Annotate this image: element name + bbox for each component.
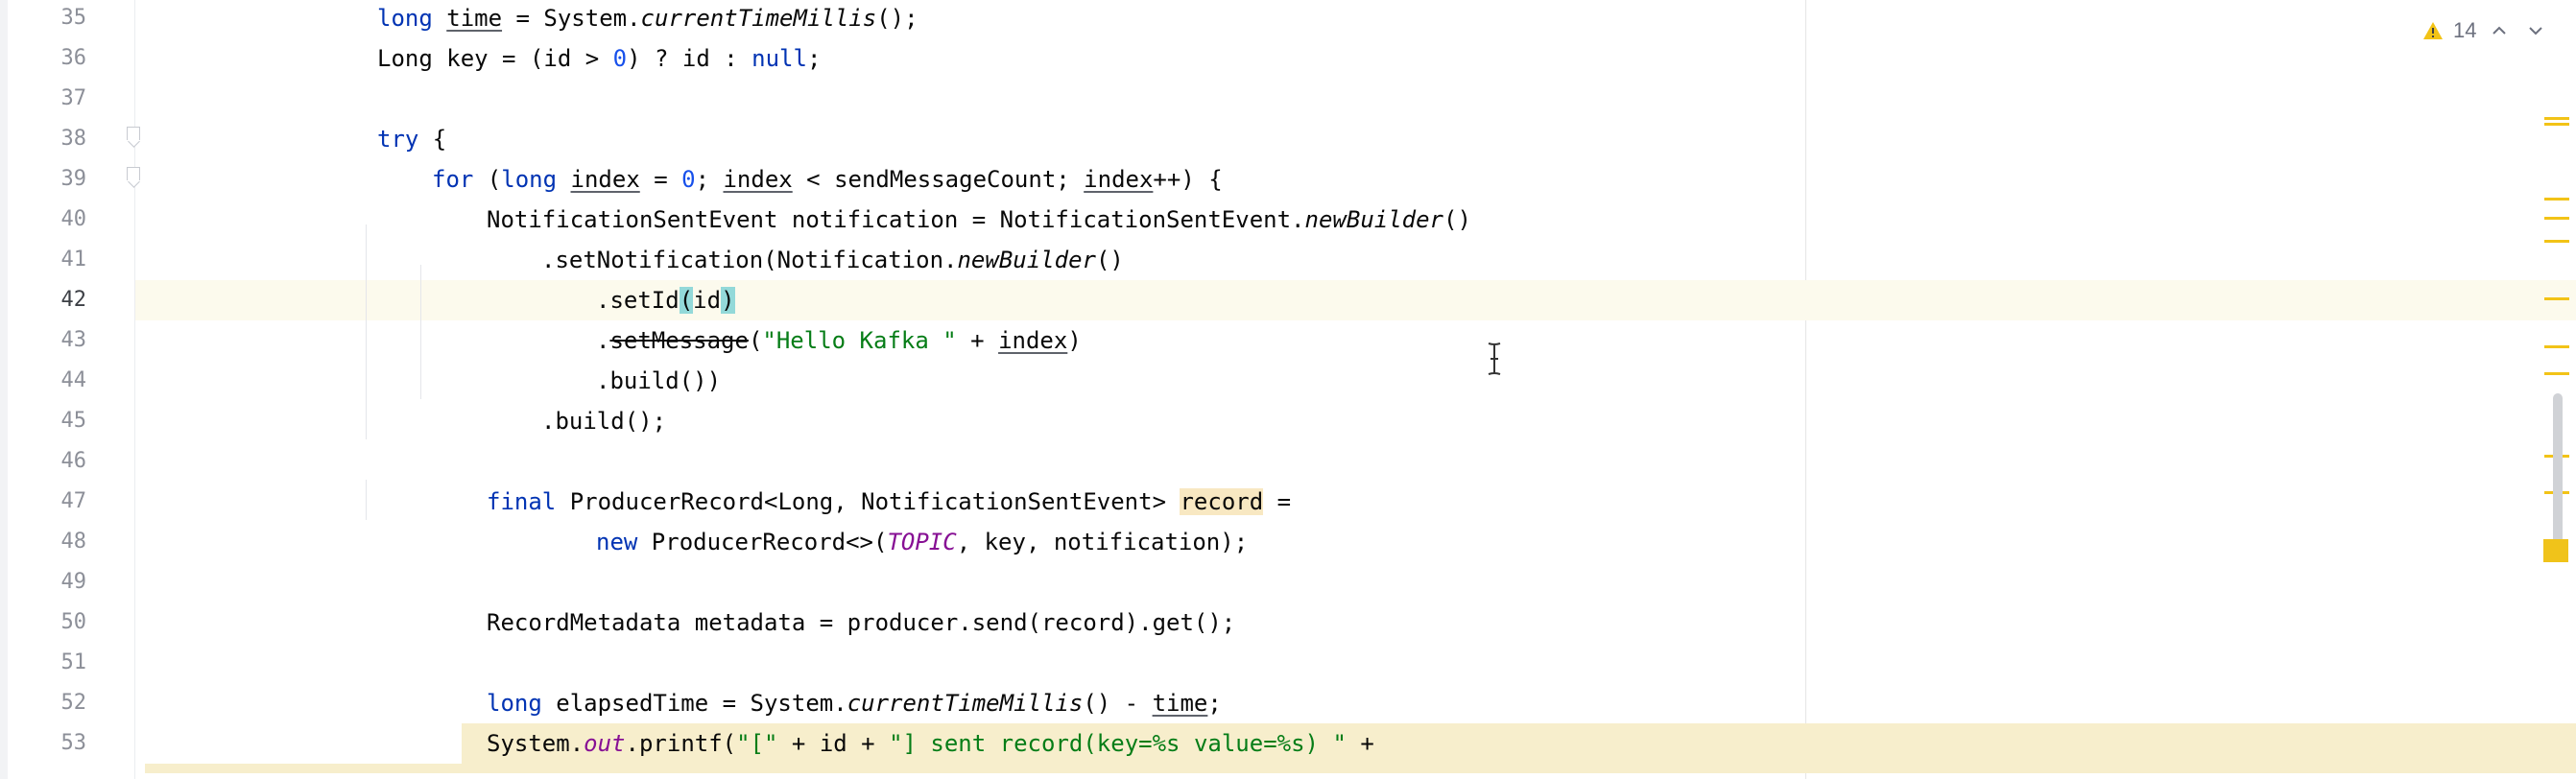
line-number: 51 (60, 650, 87, 674)
code-text: long elapsedTime = System.currentTimeMil… (487, 690, 1222, 717)
indent-guide (366, 480, 367, 520)
line-number: 53 (60, 731, 87, 755)
code-line[interactable] (135, 79, 2576, 119)
warning-triangle-icon (2422, 21, 2444, 40)
code-line[interactable]: .setId(id) (135, 280, 2576, 320)
warning-stripe-mark[interactable] (2544, 123, 2569, 126)
code-text: for (long index = 0; index < sendMessage… (432, 166, 1223, 193)
code-line[interactable] (135, 643, 2576, 683)
code-line[interactable]: final ProducerRecord<Long, NotificationS… (135, 482, 2576, 522)
current-position-marker (2543, 539, 2568, 562)
warning-stripe-mark[interactable] (2544, 217, 2569, 220)
code-line[interactable]: new ProducerRecord<>(TOPIC, key, notific… (135, 522, 2576, 562)
chevron-down-icon[interactable] (2522, 17, 2549, 44)
code-text: Long key = (id > 0) ? id : null; (377, 45, 822, 72)
line-number: 46 (60, 449, 87, 473)
text-cursor-icon (1484, 342, 1505, 376)
code-text: NotificationSentEvent notification = Not… (487, 206, 1471, 233)
code-text: try { (377, 126, 447, 153)
code-text: new ProducerRecord<>(TOPIC, key, notific… (596, 529, 1249, 555)
scrollbar-thumb[interactable] (2553, 393, 2563, 547)
indent-guide (420, 265, 421, 399)
line-number: 40 (60, 207, 87, 231)
line-number: 44 (60, 368, 87, 392)
code-text: long time = System.currentTimeMillis(); (377, 5, 918, 32)
code-line[interactable] (135, 562, 2576, 602)
line-number: 50 (60, 610, 87, 634)
code-line[interactable]: long elapsedTime = System.currentTimeMil… (135, 683, 2576, 723)
code-line[interactable] (135, 441, 2576, 482)
code-line[interactable]: for (long index = 0; index < sendMessage… (135, 159, 2576, 200)
code-text: .build(); (541, 408, 667, 435)
line-number: 36 (60, 46, 87, 70)
warning-stripe-mark[interactable] (2544, 372, 2569, 375)
warning-highlight (145, 764, 2576, 773)
code-text: System.out.printf("[" + id + "] sent rec… (487, 730, 1374, 757)
chevron-up-icon[interactable] (2486, 17, 2513, 44)
line-number: 37 (60, 86, 87, 110)
code-line[interactable]: RecordMetadata metadata = producer.send(… (135, 602, 2576, 643)
code-line[interactable]: NotificationSentEvent notification = Not… (135, 200, 2576, 240)
warning-stripe-mark[interactable] (2544, 198, 2569, 201)
code-text: final ProducerRecord<Long, NotificationS… (487, 488, 1292, 515)
line-number: 38 (60, 127, 87, 151)
code-text: .setNotification(Notification.newBuilder… (541, 247, 1124, 273)
code-line[interactable]: .setNotification(Notification.newBuilder… (135, 240, 2576, 280)
gutter-edge (0, 0, 8, 779)
warning-stripe-mark[interactable] (2544, 117, 2569, 120)
code-line[interactable]: .build()) (135, 361, 2576, 401)
code-line[interactable]: .setMessage("Hello Kafka " + index) (135, 320, 2576, 361)
code-line[interactable]: .build(); (135, 401, 2576, 441)
warning-count: 14 (2453, 18, 2477, 42)
line-number: 41 (60, 248, 87, 271)
line-number: 49 (60, 570, 87, 594)
code-line[interactable]: Long key = (id > 0) ? id : null; (135, 38, 2576, 79)
inspection-widget[interactable]: 14 (2422, 13, 2549, 48)
indent-guide (366, 224, 367, 439)
line-number: 42 (60, 288, 87, 312)
line-number-gutter[interactable]: 35 36 37 38 39 40 41 42 43 44 45 46 47 48 49 50 51 52 53 (0, 0, 140, 779)
code-line[interactable]: System.out.printf("[" + id + "] sent rec… (135, 723, 2576, 764)
line-number: 52 (60, 691, 87, 715)
code-text: .setId(id) (596, 287, 735, 314)
code-text: .setMessage("Hello Kafka " + index) (596, 327, 1082, 354)
line-number: 39 (60, 167, 87, 191)
code-editor[interactable]: long time = System.currentTimeMillis(); L… (135, 0, 2576, 779)
line-number: 35 (60, 6, 87, 30)
warning-stripe-mark[interactable] (2544, 297, 2569, 300)
code-text: .build()) (596, 367, 722, 394)
line-number: 47 (60, 489, 87, 513)
code-text: RecordMetadata metadata = producer.send(… (487, 609, 1236, 636)
line-number: 45 (60, 409, 87, 433)
code-line[interactable]: long time = System.currentTimeMillis(); (135, 0, 2576, 38)
line-number: 48 (60, 530, 87, 554)
line-number: 43 (60, 328, 87, 352)
code-line[interactable]: try { (135, 119, 2576, 159)
warning-stripe-mark[interactable] (2544, 240, 2569, 243)
warning-stripe-mark[interactable] (2544, 345, 2569, 348)
